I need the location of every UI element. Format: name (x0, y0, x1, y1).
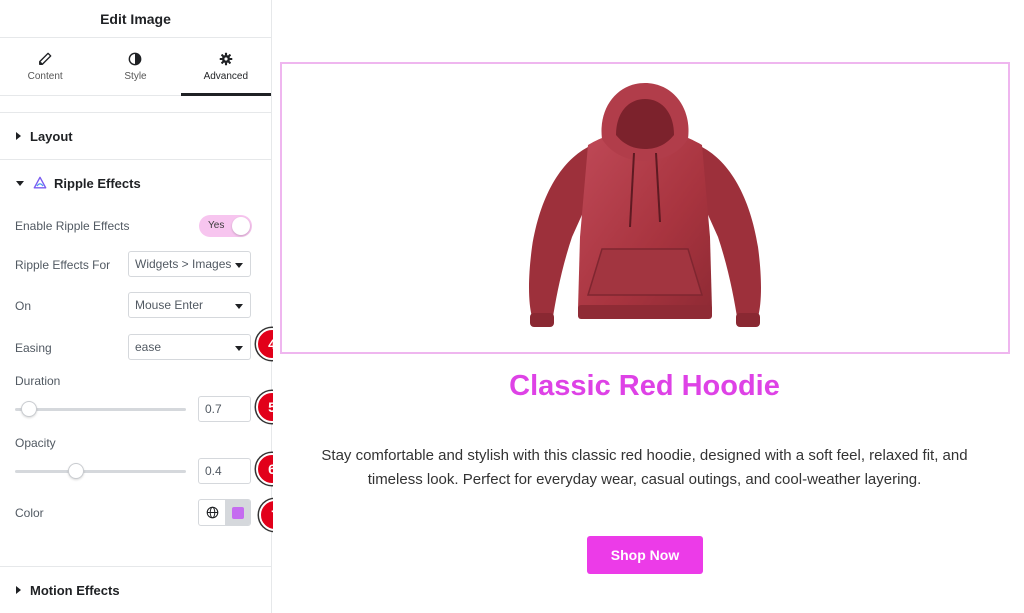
toggle-knob (232, 217, 250, 235)
global-colors-button[interactable] (199, 500, 226, 525)
slider-track (15, 408, 186, 411)
section-layout-label: Layout (30, 128, 73, 144)
ripple-effects-icon (33, 176, 47, 189)
chevron-down-icon (235, 304, 243, 309)
tab-advanced[interactable]: Advanced (180, 38, 272, 96)
tab-style-label: Style (124, 70, 147, 82)
enable-ripple-label: Enable Ripple Effects (15, 219, 130, 233)
globe-icon (206, 506, 218, 519)
chevron-down-icon (235, 346, 243, 351)
color-label: Color (15, 506, 44, 520)
section-layout[interactable]: Layout (0, 112, 271, 160)
easing-select[interactable]: ease (128, 334, 251, 360)
toggle-yes-text: Yes (208, 220, 225, 231)
chevron-down-icon (235, 263, 243, 268)
half-circle-icon (129, 52, 142, 65)
on-value: Mouse Enter (135, 298, 204, 312)
product-title: Classic Red Hoodie (509, 370, 780, 402)
easing-value: ease (135, 340, 162, 354)
duration-input[interactable] (198, 396, 251, 422)
tab-style[interactable]: Style (90, 38, 180, 95)
product-description: Stay comfortable and stylish with this c… (321, 447, 968, 488)
ripple-for-value: Widgets > Images (135, 257, 232, 271)
tab-content[interactable]: Content (0, 38, 90, 95)
slider-thumb[interactable] (68, 463, 84, 479)
section-ripple-effects[interactable]: Ripple Effects (0, 168, 271, 198)
caret-right-icon (16, 586, 21, 594)
on-select[interactable]: Mouse Enter (128, 292, 251, 318)
gear-icon (219, 52, 233, 65)
opacity-label: Opacity (15, 436, 56, 450)
ripple-for-select[interactable]: Widgets > Images (128, 251, 251, 277)
section-ripple-label: Ripple Effects (54, 175, 141, 191)
ripple-for-label: Ripple Effects For (15, 258, 111, 272)
section-motion-effects[interactable]: Motion Effects (0, 566, 271, 613)
duration-label: Duration (15, 374, 61, 388)
panel-tabs: Content Style Advanced (0, 38, 272, 96)
slider-track (15, 470, 186, 473)
color-swatch (232, 506, 244, 519)
hoodie-image (529, 83, 761, 327)
enable-ripple-toggle[interactable]: Yes (199, 215, 252, 237)
section-motion-label: Motion Effects (30, 582, 120, 598)
caret-right-icon (16, 132, 21, 140)
editor-panel: Edit Image Content Style Advanced Layout… (0, 0, 272, 613)
opacity-slider[interactable] (15, 461, 186, 481)
caret-down-icon (16, 180, 24, 186)
color-control (198, 499, 251, 526)
shop-now-button[interactable]: Shop Now (587, 536, 703, 574)
opacity-input[interactable] (198, 458, 251, 484)
easing-label: Easing (15, 341, 52, 355)
panel-title: Edit Image (0, 0, 271, 38)
color-picker-button[interactable] (226, 500, 250, 525)
tab-content-label: Content (27, 70, 63, 82)
slider-thumb[interactable] (21, 401, 37, 417)
on-label: On (15, 299, 32, 313)
duration-slider[interactable] (15, 399, 186, 419)
product-image-frame[interactable] (280, 62, 1010, 354)
tab-advanced-label: Advanced (203, 70, 249, 82)
pencil-icon (39, 52, 52, 65)
preview-canvas: Classic Red Hoodie Stay comfortable and … (273, 0, 1024, 613)
